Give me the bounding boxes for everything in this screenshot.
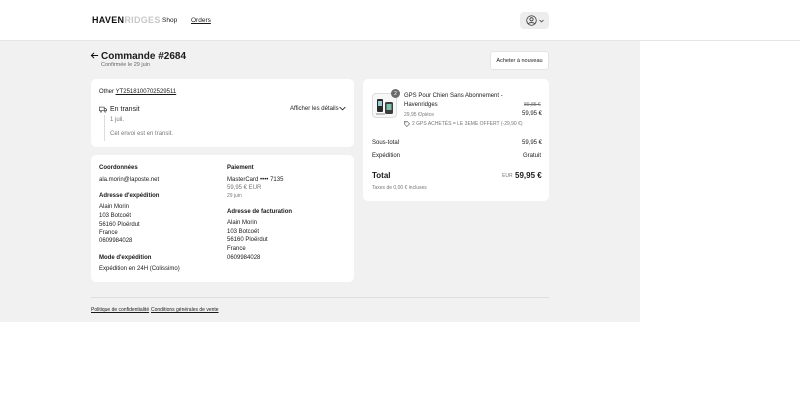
shipping-address-line: 0609984028 bbox=[99, 238, 133, 244]
logo-text-dark: HAVEN bbox=[92, 15, 125, 25]
logo-text-light: RIDGES bbox=[124, 15, 161, 25]
shipping-address-line: 56160 Ploërdut bbox=[99, 222, 140, 228]
billing-address-heading: Adresse de facturation bbox=[227, 209, 293, 215]
shipping-address-line: France bbox=[99, 230, 118, 236]
total-label: Total bbox=[372, 171, 391, 180]
line-price: 59,95 € bbox=[522, 111, 543, 117]
shipping-label: Expédition bbox=[372, 153, 401, 159]
product-name[interactable]: GPS Pour Chien Sans Abonnement - bbox=[404, 93, 503, 99]
show-details-label: Afficher les détails bbox=[290, 106, 339, 112]
shipping-method: Expédition en 24H (Colissimo) bbox=[99, 266, 180, 272]
subtotal-label: Sous-total bbox=[372, 140, 400, 146]
shipping-value: Gratuit bbox=[523, 153, 542, 159]
shipment-message: Cet envoi est en transit. bbox=[110, 131, 174, 137]
brand-logo[interactable]: HAVENRIDGES bbox=[92, 15, 161, 25]
order-confirmed-date: Confirmée le 29 juin bbox=[101, 62, 150, 68]
terms-of-sale-link[interactable]: Conditions générales de vente bbox=[151, 307, 219, 313]
total-currency: EUR bbox=[502, 173, 513, 179]
payment-date: 29 juin bbox=[227, 193, 242, 199]
original-price: 89,85 € bbox=[524, 102, 541, 108]
tracking-line: Other YT2518100702529511 bbox=[99, 89, 176, 95]
payment-amount: 59,95 € EUR bbox=[227, 185, 262, 191]
page-title: Commande #2684 bbox=[101, 51, 187, 62]
shipping-address-line: 103 Botcoët bbox=[99, 213, 132, 219]
tag-icon bbox=[404, 121, 410, 127]
privacy-policy-link[interactable]: Politique de confidentialité bbox=[91, 307, 149, 313]
billing-address-line: Alain Morin bbox=[227, 220, 258, 226]
taxes-note: Taxes de 0,00 € incluses bbox=[372, 185, 427, 191]
total-value: 59,95 € bbox=[515, 171, 542, 180]
nav-shop[interactable]: Shop bbox=[162, 17, 177, 24]
quantity-badge: 2 bbox=[391, 89, 400, 98]
payment-heading: Paiement bbox=[227, 165, 254, 171]
billing-address-line: 0609984028 bbox=[227, 255, 261, 261]
contact-heading: Coordonnées bbox=[99, 165, 138, 171]
product-name-line2[interactable]: Havenridges bbox=[404, 102, 438, 108]
shipping-address-heading: Adresse d'expédition bbox=[99, 193, 160, 199]
discount-label: 2 GPS ACHETÉS = LE 3EME OFFERT (-29,90 €… bbox=[412, 121, 523, 127]
show-details-link[interactable]: Afficher les détails bbox=[290, 106, 339, 112]
shipping-method-heading: Mode d'expédition bbox=[99, 255, 152, 261]
site-header: HAVENRIDGES Shop Orders bbox=[0, 0, 800, 41]
billing-address-line: 56160 Ploërdut bbox=[227, 237, 268, 243]
billing-address-line: France bbox=[227, 246, 246, 252]
carrier-label: Other bbox=[99, 89, 115, 95]
unit-price: 29,95 €/pièce bbox=[404, 112, 435, 118]
footer-divider bbox=[91, 297, 549, 298]
billing-address-line: 103 Botcoët bbox=[227, 229, 260, 235]
account-menu-button[interactable] bbox=[520, 12, 549, 29]
chevron-down-icon[interactable] bbox=[339, 106, 346, 111]
truck-icon bbox=[99, 106, 107, 113]
nav-orders[interactable]: Orders bbox=[191, 17, 211, 24]
shipping-address-line: Alain Morin bbox=[99, 204, 130, 210]
main-nav: Shop Orders bbox=[162, 17, 223, 24]
subtotal-value: 59,95 € bbox=[522, 140, 543, 146]
chevron-down-icon bbox=[538, 19, 544, 23]
payment-card: MasterCard •••• 7135 bbox=[227, 177, 284, 183]
buy-again-button[interactable]: Acheter à nouveau bbox=[490, 51, 549, 70]
contact-email: ala.morin@laposte.net bbox=[99, 177, 160, 183]
shipment-date: 1 juil. bbox=[110, 117, 125, 123]
user-icon bbox=[525, 15, 537, 26]
shipment-status: En transit bbox=[110, 106, 140, 113]
tracking-number-link[interactable]: YT2518100702529511 bbox=[116, 89, 177, 95]
back-arrow-icon[interactable] bbox=[90, 51, 99, 60]
timeline-line bbox=[104, 115, 105, 141]
